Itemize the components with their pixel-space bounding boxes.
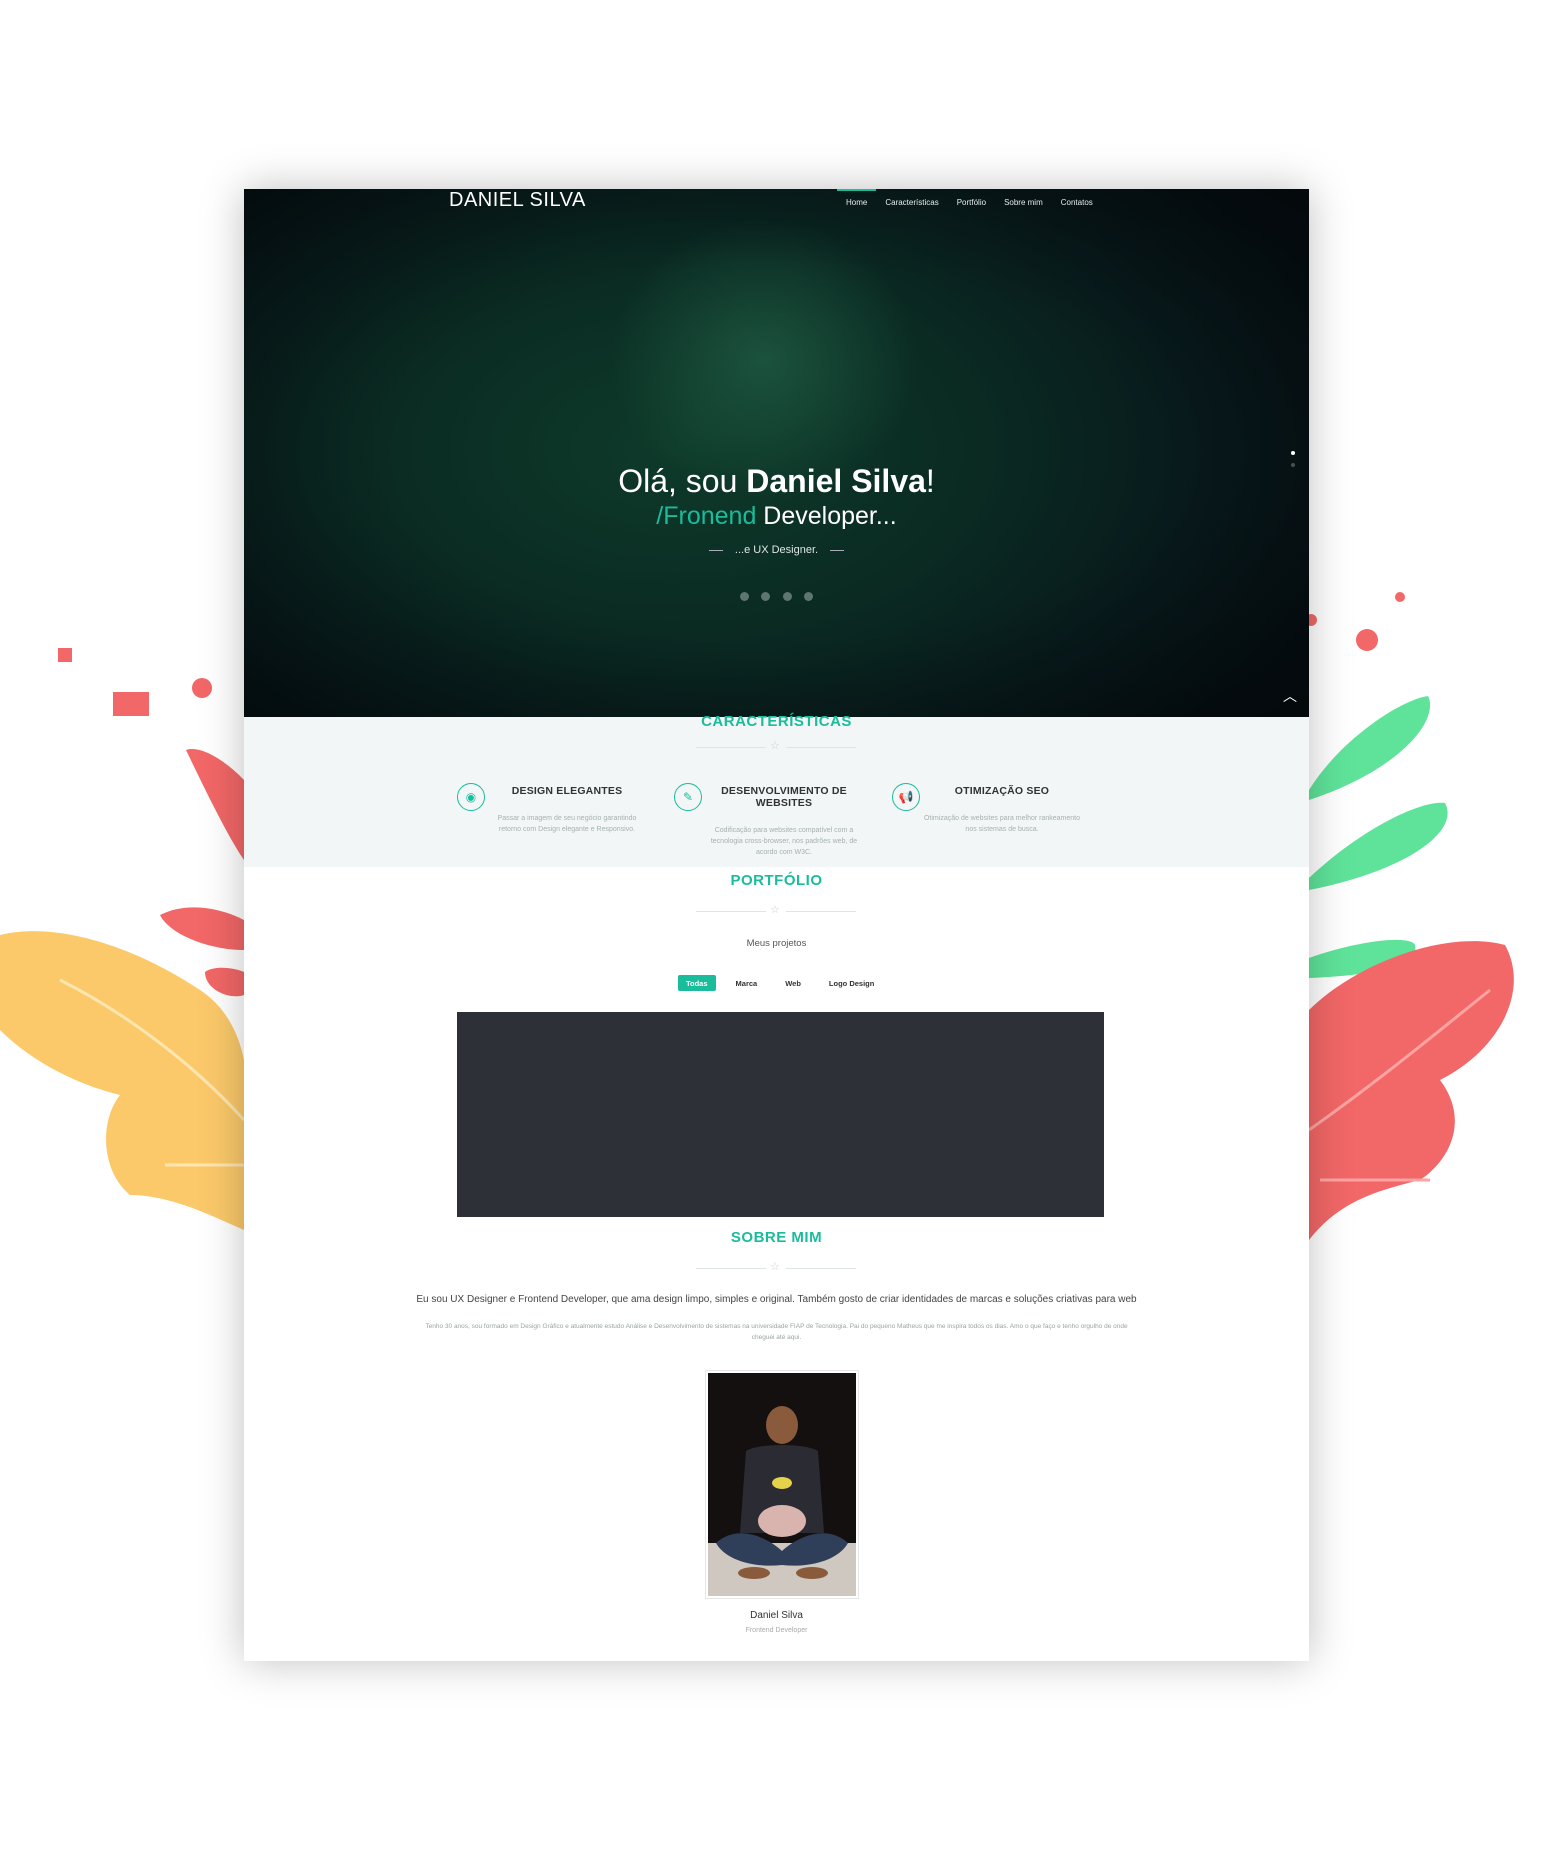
nav-item-contatos[interactable]: Contatos (1052, 189, 1102, 209)
slider-dot-active[interactable] (1291, 451, 1295, 455)
megaphone-icon: 📢 (892, 783, 920, 811)
filter-web[interactable]: Web (777, 975, 809, 991)
section-divider: ☆ (696, 904, 856, 917)
deco-leaf (205, 967, 244, 997)
feature-title: DESIGN ELEGANTES (511, 785, 623, 797)
about-text: Tenho 30 anos, sou formado em Design Grá… (425, 1323, 1128, 1341)
github-icon: ◉ (457, 783, 485, 811)
deco-leaf (1309, 802, 1448, 890)
deco-dot (1395, 592, 1405, 602)
hero-section: DANIEL SILVA Home Características Portfó… (244, 189, 1309, 717)
pencil-icon: ✎ (674, 783, 702, 811)
vimeo-icon[interactable] (782, 592, 792, 601)
portfolio-subtitle: Meus projetos (746, 938, 807, 949)
social-links (244, 588, 1309, 606)
divider (830, 549, 845, 551)
hero-title: Olá, sou Daniel Silva! (244, 463, 1309, 500)
portfolio-filters: Todas Marca Web Logo Design (678, 975, 882, 991)
hero-greeting: Olá, sou (618, 463, 747, 499)
feature-text: Codificação para websites compatível com… (710, 827, 858, 856)
hero-role: /Fronend Developer... (244, 502, 1309, 531)
nav-item-home[interactable]: Home (837, 189, 877, 209)
filter-marca[interactable]: Marca (728, 975, 766, 991)
deco-dot (58, 648, 72, 662)
nav-item-portfolio[interactable]: Portfólio (948, 189, 995, 209)
deco-leaf (1309, 941, 1514, 1240)
feature-text: Otimização de websites para melhor ranke… (923, 815, 1081, 833)
hero-tagline: ...e UX Designer. (244, 544, 1309, 556)
profile-photo (708, 1373, 856, 1596)
star-icon: ☆ (770, 904, 780, 916)
star-icon: ☆ (770, 740, 780, 752)
feature-title: OTIMIZAÇÃO SEO (954, 785, 1050, 797)
nav-item-sobre-mim[interactable]: Sobre mim (995, 189, 1052, 209)
twitter-icon[interactable] (804, 592, 814, 601)
profile-photo-frame (705, 1370, 859, 1599)
profile-role: Frontend Developer (745, 1627, 808, 1634)
profile-name: Daniel Silva (750, 1610, 803, 1621)
features-title: CARACTERÍSTICAS (701, 713, 852, 730)
filter-todas[interactable]: Todas (678, 975, 716, 991)
deco-dot (113, 692, 149, 716)
deco-leaf (1309, 696, 1431, 800)
main-nav: Home Características Portfólio Sobre mim… (837, 189, 1102, 219)
hero-role-accent: /Fronend (656, 502, 757, 530)
section-divider: ☆ (696, 740, 856, 753)
divider (708, 549, 723, 551)
hero-background-photo (244, 189, 1309, 717)
hero-tagline-text: ...e UX Designer. (734, 544, 819, 556)
slider-dots (1291, 451, 1295, 475)
pinterest-icon[interactable] (761, 592, 771, 601)
filter-logo-design[interactable]: Logo Design (821, 975, 882, 991)
deco-leaf (160, 907, 244, 950)
nav-item-caracteristicas[interactable]: Características (876, 189, 947, 209)
deco-leaf (186, 749, 244, 860)
feature-text: Passar a imagem de seu negócio garantind… (497, 815, 637, 833)
features-section: CARACTERÍSTICAS ☆ ◉ DESIGN ELEGANTES Pas… (244, 713, 1309, 867)
deco-dot (192, 678, 212, 698)
star-icon: ☆ (770, 1261, 780, 1273)
slider-dot[interactable] (1291, 463, 1295, 467)
portfolio-grid[interactable] (457, 1012, 1104, 1217)
brand-logo[interactable]: DANIEL SILVA (449, 189, 586, 212)
website-page: DANIEL SILVA Home Características Portfó… (244, 189, 1309, 1661)
section-divider: ☆ (696, 1261, 856, 1274)
scroll-up-chevron-icon[interactable]: ︿ (1281, 687, 1299, 705)
hero-role-rest: Developer... (756, 502, 897, 530)
hero-name: Daniel Silva (746, 463, 926, 499)
linkedin-icon[interactable] (739, 592, 749, 601)
hero-exclaim: ! (925, 463, 935, 499)
about-title: SOBRE MIM (730, 1229, 823, 1246)
deco-dot (1356, 629, 1378, 651)
feature-title: DESENVOLVIMENTO DE WEBSITES (721, 785, 847, 809)
about-lead: Eu sou UX Designer e Frontend Developer,… (416, 1294, 1137, 1305)
portfolio-title: PORTFÓLIO (730, 872, 823, 889)
